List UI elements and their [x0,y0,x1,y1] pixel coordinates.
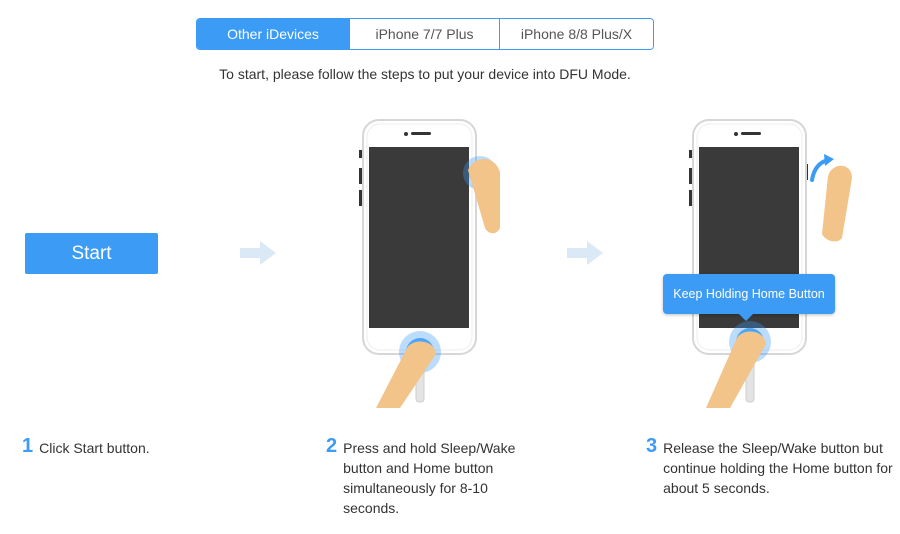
step-number: 2 [326,435,338,457]
arrow-right-icon [240,241,276,265]
keep-holding-tooltip: Keep Holding Home Button [663,274,835,321]
instruction-text: To start, please follow the steps to put… [219,66,631,82]
arrow-right-icon [567,241,603,265]
start-button[interactable]: Start [25,233,158,274]
step-3: 3 Release the Sleep/Wake button but cont… [646,435,896,498]
tab-other-idevices[interactable]: Other iDevices [197,19,350,49]
tab-iphone-7[interactable]: iPhone 7/7 Plus [350,19,500,49]
step-1: 1 Click Start button. [22,435,262,458]
step-number: 1 [22,435,34,457]
step-description: Release the Sleep/Wake button but contin… [663,440,893,496]
device-tabs: Other iDevices iPhone 7/7 Plus iPhone 8/… [196,18,654,50]
step-description: Press and hold Sleep/Wake button and Hom… [343,440,516,516]
tab-iphone-8-x[interactable]: iPhone 8/8 Plus/X [500,19,653,49]
step-number: 3 [646,435,658,457]
iphone-icon [359,119,500,408]
iphone-icon [689,119,852,408]
step-2: 2 Press and hold Sleep/Wake button and H… [326,435,536,518]
step-description: Click Start button. [39,440,150,456]
